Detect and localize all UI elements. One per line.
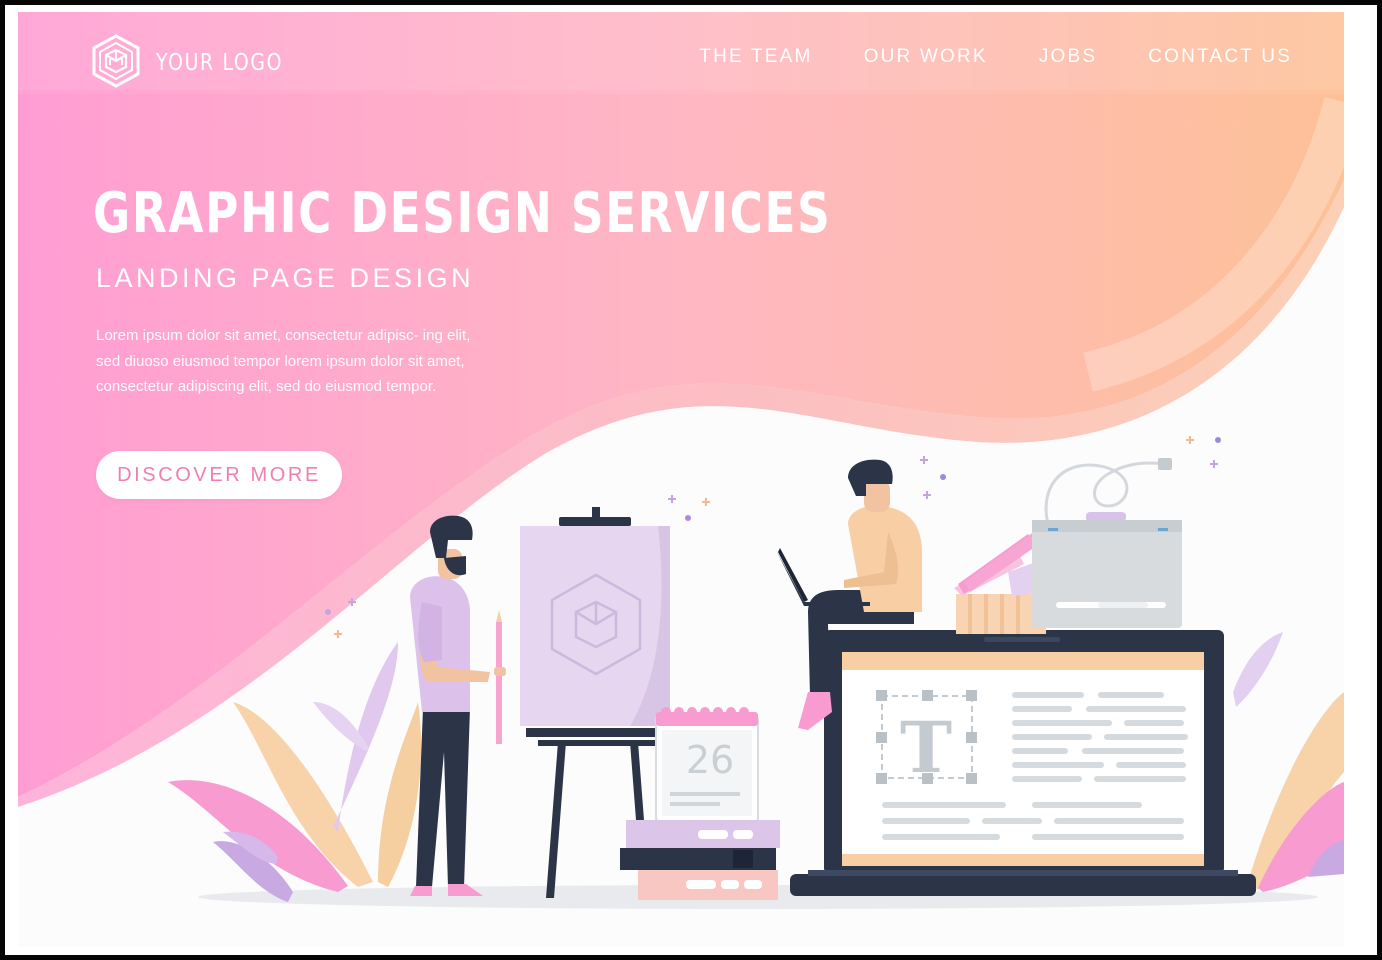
graphics-tablet-icon [1032,458,1182,628]
text-tool-glyph: T [900,706,952,789]
screenshot-frame: YOUR LOGO THE TEAM OUR WORK JOBS CONTACT… [5,5,1377,955]
hero-illustration: T [168,436,1344,909]
leaf-icon [168,642,422,902]
laptop-icon: T [790,630,1256,896]
landing-page: YOUR LOGO THE TEAM OUR WORK JOBS CONTACT… [18,12,1344,947]
calendar-day-number: 26 [685,738,735,782]
book-stack [620,820,780,900]
leaf-icon [1233,632,1344,892]
designer-standing-figure [410,515,506,896]
